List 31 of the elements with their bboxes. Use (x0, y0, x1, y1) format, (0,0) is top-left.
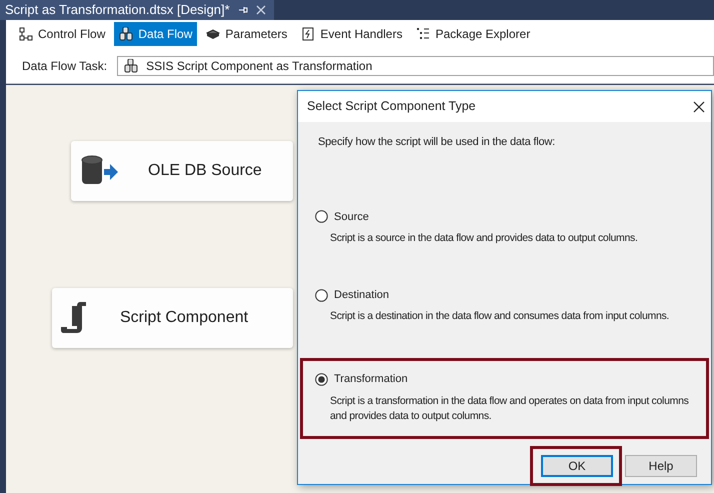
designer-tab[interactable]: Event Handlers (296, 22, 408, 46)
pin-icon[interactable] (238, 5, 248, 15)
tree-list-icon (416, 27, 430, 41)
document-tab[interactable]: Script as Transformation.dtsx [Design]* (0, 0, 274, 20)
option-description: Script is a destination in the data flow and consumes data from input columns. (330, 309, 670, 324)
designer-tab[interactable]: Control Flow (14, 22, 110, 46)
option-description: Script is a transformation in the data flow and operates on data from input columns and provides data to output columns. (330, 394, 690, 424)
cylinders-icon (119, 27, 134, 41)
node-label: OLE DB Source (148, 161, 262, 181)
task-dropdown[interactable]: SSIS Script Component as Transformation (117, 56, 714, 76)
flowchart-icon (19, 27, 33, 41)
node-label: Script Component (120, 308, 248, 328)
designer-tab[interactable]: Data Flow (114, 22, 198, 46)
prompt-text: Specify how the script will be used in the data flow: (318, 135, 556, 150)
script-page-icon (301, 27, 316, 41)
radio-option[interactable]: Source (315, 208, 369, 225)
dialog-title: Select Script Component Type (307, 98, 476, 116)
component-node[interactable]: Script Component (52, 288, 293, 348)
close-icon[interactable] (693, 100, 705, 112)
radio-option[interactable]: Transformation (315, 371, 408, 388)
task-label: Data Flow Task: (22, 58, 108, 74)
dialog-button[interactable]: Help (625, 455, 697, 477)
cylinders-icon (124, 58, 138, 72)
option-description: Script is a source in the data flow and provides data to output columns. (330, 231, 639, 246)
designer-tab[interactable]: Package Explorer (411, 22, 536, 46)
document-title: Script as Transformation.dtsx [Design]* (5, 1, 230, 20)
dialog-button[interactable]: OK (541, 455, 613, 477)
radio-option[interactable]: Destination (315, 286, 390, 304)
designer-tab[interactable]: Parameters (201, 22, 292, 46)
component-node[interactable]: OLE DB Source (71, 141, 293, 201)
chip-icon (206, 27, 220, 41)
